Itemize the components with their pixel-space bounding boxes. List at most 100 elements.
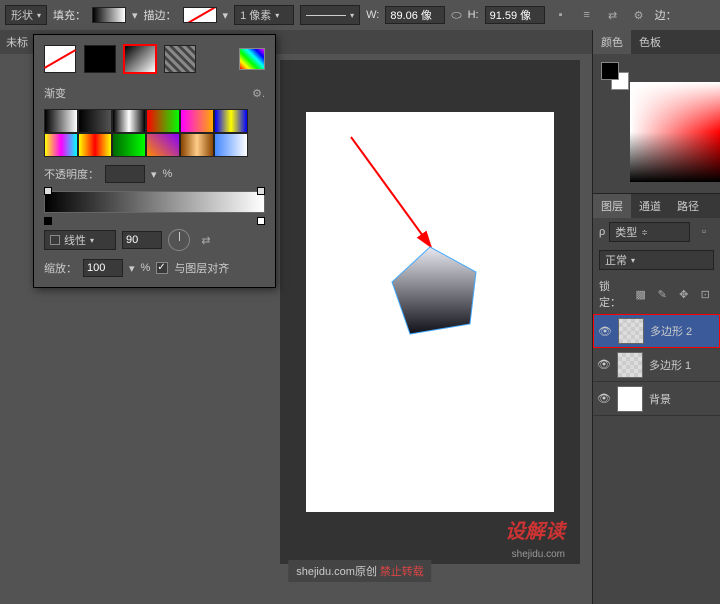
gradient-editor[interactable] [44,191,265,221]
align-icon[interactable]: ▪ [551,5,571,25]
align-checkbox[interactable] [156,262,168,274]
height-input[interactable] [485,6,545,24]
gradient-preset[interactable] [78,109,112,133]
lock-move-icon[interactable]: ✥ [675,284,693,304]
chevron-down-icon: ▾ [350,11,354,20]
filter-label: 类型 [615,224,637,240]
lock-artboard-icon[interactable]: ⊡ [696,284,714,304]
layer-row[interactable]: 👁 ⬠ 多边形 2 [593,314,720,348]
scale-input[interactable] [83,259,123,277]
fill-gradient-button[interactable] [124,45,156,73]
scale-unit: % [141,262,151,274]
pentagon-shape[interactable] [388,242,488,342]
gradient-preset[interactable] [78,133,112,157]
chevron-down-icon[interactable]: ▾ [223,9,229,22]
angle-input[interactable] [122,231,162,249]
fill-label: 填充： [53,7,86,23]
color-stop[interactable] [44,217,52,225]
visibility-icon[interactable]: 👁 [597,392,611,405]
angle-dial[interactable] [168,229,190,251]
chevron-down-icon: ≑ [641,228,648,237]
chevron-down-icon: ▾ [275,11,279,20]
blend-mode-dropdown[interactable]: 正常 ▾ [599,250,714,270]
stroke-style-dropdown[interactable]: ▾ [300,5,360,25]
visibility-icon[interactable]: 👁 [597,358,611,371]
chevron-down-icon[interactable]: ▾ [132,9,138,22]
fill-none-button[interactable] [44,45,76,73]
visibility-icon[interactable]: 👁 [598,325,612,338]
width-label: W: [366,9,379,21]
gear-icon[interactable]: ⚙. [252,87,265,100]
gear-icon[interactable]: ⚙ [629,5,649,25]
opacity-stop[interactable] [44,187,52,195]
chevron-down-icon[interactable]: ▾ [129,262,135,275]
layer-row[interactable]: 👁 背景 [593,382,720,416]
tab-color[interactable]: 颜色 [593,30,631,54]
gradient-preset[interactable] [112,109,146,133]
watermark-brand: 设解读 [505,515,565,544]
opacity-stop[interactable] [257,187,265,195]
document-tab[interactable]: 未标 [6,34,28,50]
fill-pattern-button[interactable] [164,45,196,73]
gradient-preset[interactable] [214,133,248,157]
layers-panel: ρ 类型 ≑ ▫ 正常 ▾ 锁定： ▩ ✎ ✥ ⊡ 👁 ⬠ 多边形 2 👁 [593,218,720,416]
gradient-preset[interactable] [44,109,78,133]
gradient-title: 渐变 [44,85,66,101]
credit-ban: 禁止转载 [380,566,424,578]
gradient-preset[interactable] [44,133,78,157]
layer-thumbnail[interactable] [617,386,643,412]
fill-solid-button[interactable] [84,45,116,73]
gradient-preset[interactable] [214,109,248,133]
credit-footer: shejidu.com原创 禁止转载 [288,560,431,582]
layer-thumbnail[interactable]: ⬠ [618,318,644,344]
lock-brush-icon[interactable]: ✎ [653,284,671,304]
color-picker-button[interactable] [239,48,265,70]
gradient-preset[interactable] [180,133,214,157]
filter-icon[interactable]: ▫ [694,222,714,242]
link-icon[interactable]: ⬭ [451,8,461,23]
line-icon [306,15,346,16]
layer-thumbnail[interactable]: ⬠ [617,352,643,378]
tab-channels[interactable]: 通道 [631,194,669,218]
tab-paths[interactable]: 路径 [669,194,707,218]
tab-swatches[interactable]: 色板 [631,30,669,54]
gradient-preset[interactable] [146,133,180,157]
options-bar: 形状 ▾ 填充： ▾ 描边： ▾ 1 像素 ▾ ▾ W: ⬭ H: ▪ ≡ ⇄ … [0,0,720,30]
chevron-down-icon: ▾ [90,236,94,245]
arrange-icon[interactable]: ⇄ [603,5,623,25]
credit-text: shejidu.com原创 [296,566,377,578]
align-icon[interactable]: ≡ [577,5,597,25]
stroke-width-dropdown[interactable]: 1 像素 ▾ [234,5,294,25]
artboard[interactable] [306,112,554,512]
stroke-swatch[interactable] [183,7,217,23]
chevron-down-icon: ▾ [631,256,635,265]
canvas[interactable] [280,60,580,564]
layer-filter-dropdown[interactable]: 类型 ≑ [609,222,690,242]
layer-row[interactable]: 👁 ⬠ 多边形 1 [593,348,720,382]
gradient-preset[interactable] [112,133,146,157]
layer-name[interactable]: 背景 [649,391,671,407]
foreground-swatch[interactable] [601,62,619,80]
tab-layers[interactable]: 图层 [593,194,631,218]
lock-transparency-icon[interactable]: ▩ [632,284,650,304]
foreground-background-swatches[interactable] [601,62,631,92]
color-stop[interactable] [257,217,265,225]
layer-name[interactable]: 多边形 1 [649,357,691,373]
linear-icon [50,235,60,245]
gradient-bar[interactable] [44,191,265,213]
gradient-style-dropdown[interactable]: 线性 ▾ [44,230,116,250]
lock-label: 锁定： [599,278,628,310]
tool-mode-dropdown[interactable]: 形状 ▾ [5,5,47,25]
gradient-preset[interactable] [146,109,180,133]
tool-mode-label: 形状 [11,7,33,23]
layer-name[interactable]: 多边形 2 [650,323,692,339]
search-icon[interactable]: ρ [599,226,605,238]
width-input[interactable] [385,6,445,24]
opacity-input[interactable] [105,165,145,183]
color-ramp[interactable] [630,82,720,182]
reverse-icon[interactable]: ⇄ [196,230,216,250]
chevron-down-icon[interactable]: ▾ [151,168,157,181]
fill-swatch[interactable] [92,7,126,23]
gradient-preset[interactable] [180,109,214,133]
right-panel-dock: 颜色 色板 图层 通道 路径 ρ 类型 ≑ ▫ 正常 ▾ 锁定： [592,30,720,604]
